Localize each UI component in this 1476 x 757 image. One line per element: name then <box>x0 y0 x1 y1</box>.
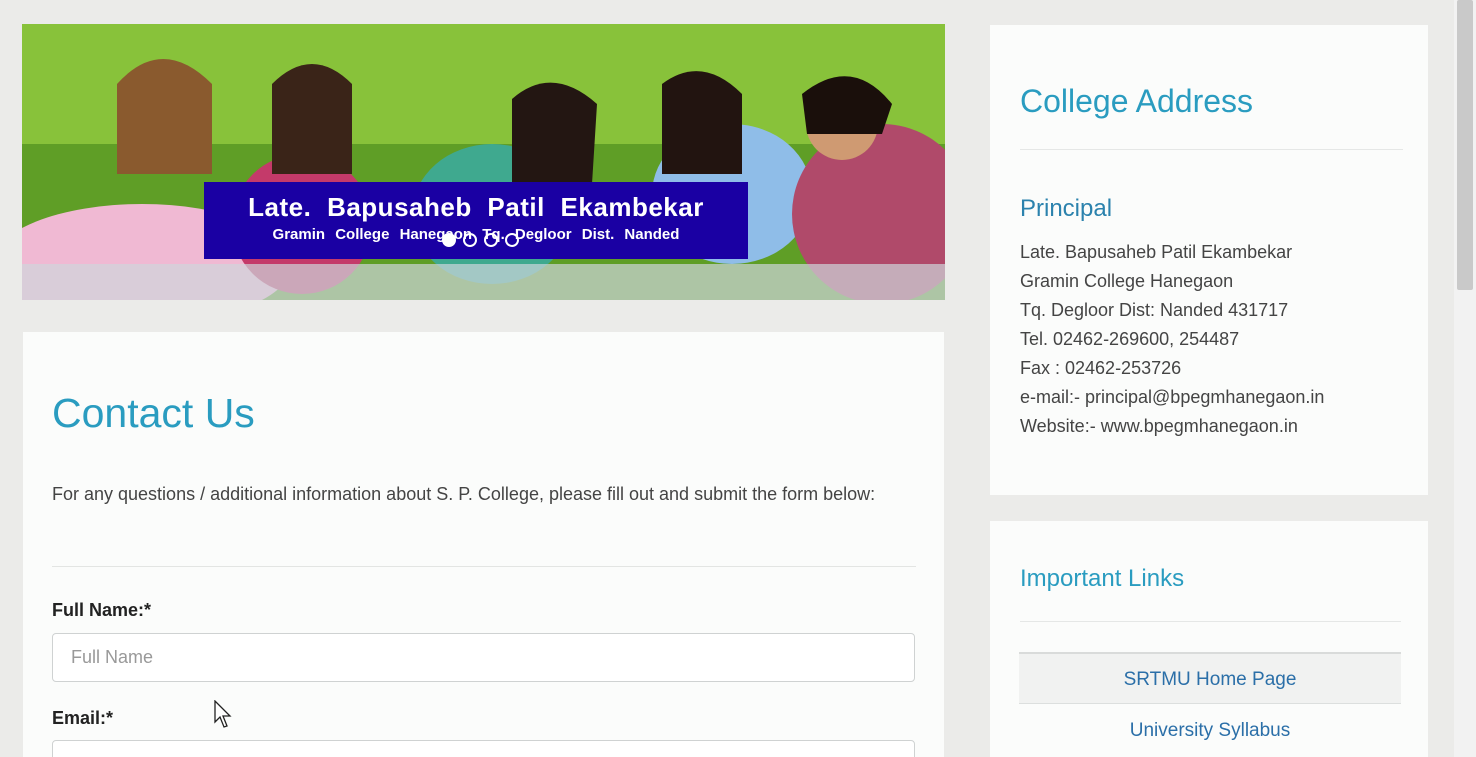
hero-banner: Late. Bapusaheb Patil Ekambekar Gramin C… <box>22 24 945 300</box>
email-label: Email:* <box>52 708 114 728</box>
slider-dot-2[interactable] <box>463 233 477 247</box>
links-title: Important Links <box>1020 565 1185 592</box>
full-name-label: Full Name:* <box>52 600 152 620</box>
slider-dot-3[interactable] <box>484 233 498 247</box>
mouse-cursor-icon <box>214 700 232 728</box>
divider <box>1020 621 1401 622</box>
slider-dot-4[interactable] <box>505 233 519 247</box>
divider <box>1020 149 1403 150</box>
important-links-card: Important Links SRTMU Home Page Universi… <box>990 521 1428 757</box>
banner-caption: Late. Bapusaheb Patil Ekambekar Gramin C… <box>204 182 748 259</box>
divider <box>52 566 916 567</box>
address-line: Late. Bapusaheb Patil Ekambekar <box>1020 242 1293 262</box>
link-university-syllabus[interactable]: University Syllabus <box>1019 705 1401 757</box>
address-lines: Late. Bapusaheb Patil Ekambekar Gramin C… <box>1020 238 1324 441</box>
address-line: Gramin College Hanegaon <box>1020 271 1234 291</box>
full-name-input[interactable] <box>52 633 915 682</box>
scrollbar[interactable] <box>1454 0 1476 757</box>
contact-intro: For any questions / additional informati… <box>52 484 876 504</box>
email-input[interactable] <box>52 740 915 757</box>
phone-line: Tel. 02462-269600, 254487 <box>1020 329 1240 349</box>
link-srtmu-home[interactable]: SRTMU Home Page <box>1019 652 1401 704</box>
address-line: Tq. Degloor Dist: Nanded 431717 <box>1020 300 1289 320</box>
scrollbar-thumb[interactable] <box>1457 0 1473 290</box>
banner-title: Late. Bapusaheb Patil Ekambekar <box>248 192 704 222</box>
address-title: College Address <box>1020 83 1254 119</box>
contact-form-card: Contact Us For any questions / additiona… <box>23 332 944 757</box>
page-title: Contact Us <box>52 390 255 436</box>
principal-heading: Principal <box>1020 195 1113 222</box>
fax-line: Fax : 02462-253726 <box>1020 358 1182 378</box>
email-line: e-mail:- principal@bpegmhanegaon.in <box>1020 387 1325 407</box>
slider-dots <box>442 233 519 247</box>
slider-dot-1[interactable] <box>442 233 456 247</box>
website-line: Website:- www.bpegmhanegaon.in <box>1020 416 1298 436</box>
college-address-card: College Address Principal Late. Bapusahe… <box>990 25 1428 495</box>
